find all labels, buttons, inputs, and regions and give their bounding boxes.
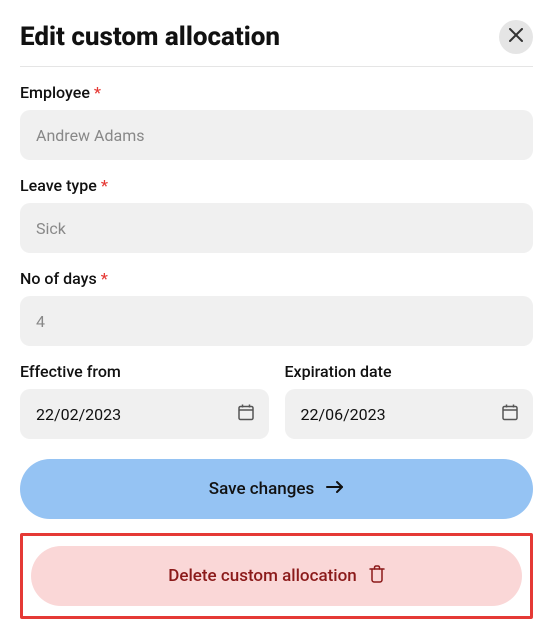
trash-icon (369, 565, 385, 588)
close-icon (509, 28, 523, 46)
delete-button-label: Delete custom allocation (168, 566, 356, 586)
date-row: Effective from Expiration date (20, 362, 533, 439)
expiration-date-wrapper (285, 389, 534, 439)
no-of-days-input[interactable] (20, 296, 533, 346)
effective-from-group: Effective from (20, 362, 269, 439)
required-indicator: * (101, 176, 108, 195)
employee-input[interactable] (20, 110, 533, 160)
effective-from-wrapper (20, 389, 269, 439)
leave-type-input[interactable] (20, 203, 533, 253)
modal-title: Edit custom allocation (20, 22, 280, 52)
required-indicator: * (94, 83, 101, 102)
divider (20, 66, 533, 67)
close-button[interactable] (499, 20, 533, 54)
modal-header: Edit custom allocation (20, 20, 533, 54)
leave-type-label: Leave type * (20, 176, 533, 195)
delete-button[interactable]: Delete custom allocation (31, 546, 522, 606)
save-button[interactable]: Save changes (20, 459, 533, 519)
required-indicator: * (101, 269, 108, 288)
expiration-date-group: Expiration date (285, 362, 534, 439)
employee-field-group: Employee * (20, 83, 533, 160)
expiration-date-label: Expiration date (285, 362, 534, 381)
leave-type-field-group: Leave type * (20, 176, 533, 253)
no-of-days-field-group: No of days * (20, 269, 533, 346)
employee-label: Employee * (20, 83, 533, 102)
save-button-label: Save changes (209, 479, 314, 499)
delete-highlight-box: Delete custom allocation (20, 533, 533, 619)
expiration-date-input[interactable] (285, 389, 534, 439)
edit-allocation-modal: Edit custom allocation Employee * Leave … (0, 0, 553, 632)
effective-from-input[interactable] (20, 389, 269, 439)
no-of-days-label: No of days * (20, 269, 533, 288)
effective-from-label: Effective from (20, 362, 269, 381)
arrow-right-icon (326, 479, 344, 499)
